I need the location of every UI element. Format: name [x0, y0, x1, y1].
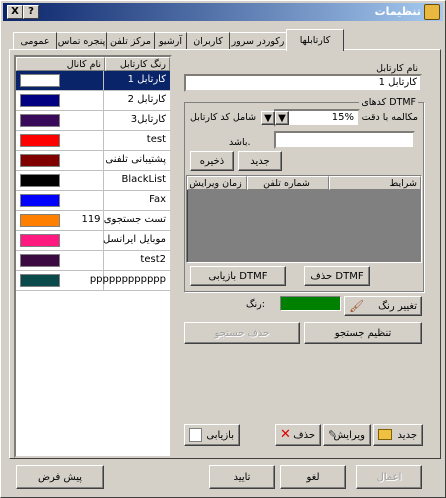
delete-icon: ✕ [280, 427, 291, 442]
delete-dtmf-button[interactable]: حذف DTMF [304, 266, 370, 286]
list-item[interactable]: تست جستجوی 119 [16, 211, 170, 231]
new-button[interactable]: جدید [373, 424, 423, 446]
column-divider [103, 171, 104, 191]
list-item[interactable]: test2 [16, 251, 170, 271]
folder-icon [378, 429, 392, 440]
channel-name: test2 [140, 254, 166, 265]
tab-call-window[interactable]: پنجره تماس [56, 32, 107, 50]
save-dtmf-button[interactable]: ذخیره [190, 151, 234, 171]
edit-icon: ✎ [328, 428, 338, 441]
ok-button[interactable]: تایید [209, 465, 275, 489]
channel-name: کارتابل3 [130, 114, 166, 125]
channel-name: تست جستجوی 119 [81, 214, 166, 225]
color-swatch [20, 114, 60, 127]
channel-name: pppppppppppp [89, 274, 166, 285]
color-swatch [20, 214, 60, 227]
close-button[interactable]: X [7, 5, 23, 19]
edit-button[interactable]: ✎ ویرایش [323, 424, 371, 446]
color-swatch [20, 234, 60, 247]
paint-brush-icon: 🖌 [349, 299, 365, 313]
list-item[interactable]: کارتابل 2 [16, 91, 170, 111]
baashad-label: باشد. [229, 137, 251, 148]
window-title: تنظیمات [374, 5, 421, 18]
list-item[interactable]: موبایل ایرانسل [16, 231, 170, 251]
column-divider [103, 91, 104, 111]
cancel-button[interactable]: لغو [280, 465, 346, 489]
color-swatch [20, 154, 60, 167]
channel-name: کارتابل 2 [127, 94, 166, 105]
channel-name: Fax [149, 194, 166, 205]
column-header-edit-time[interactable]: زمان ویرایش [187, 176, 247, 190]
dtmf-table[interactable]: زمان ویرایش شماره تلفن شرایط [186, 175, 422, 263]
chevron-down-icon[interactable]: ▼ [275, 111, 289, 125]
app-icon [424, 4, 440, 20]
column-divider [103, 111, 104, 131]
color-swatch [20, 94, 60, 107]
list-item[interactable]: کارتابل 1 [16, 71, 170, 91]
color-label: رنگ: [246, 299, 265, 310]
tab-users[interactable]: کاربران [186, 32, 230, 50]
tab-archive[interactable]: آرشیو [154, 32, 187, 50]
settings-window: تنظیمات X ? کارتابلها رکوردر سرور کاربرا… [0, 0, 446, 498]
cartable-name-input[interactable]: کارتابل 1 [184, 74, 422, 92]
tab-recorder-server[interactable]: رکوردر سرور [229, 32, 287, 50]
restore-dtmf-button[interactable]: بازیابی DTMF [190, 266, 286, 286]
color-swatch [20, 174, 60, 187]
list-item[interactable]: پشتیبانی تلفنی [16, 151, 170, 171]
dtmf-code-input[interactable] [274, 131, 415, 149]
change-color-button[interactable]: 🖌 تغییر رنگ [344, 296, 422, 316]
includes-code-label: شامل کد کارتابل [190, 112, 257, 123]
chevron-down-icon[interactable]: ▼ [261, 111, 275, 125]
dtmf-group-label: کدهای DTMF [359, 97, 418, 108]
column-divider [103, 151, 104, 171]
channel-name: موبایل ایرانسل [102, 234, 166, 245]
list-item[interactable]: BlackList [16, 171, 170, 191]
channel-name: پشتیبانی تلفنی [105, 154, 166, 165]
name-label: نام کارتابل [376, 63, 418, 74]
list-item[interactable]: Fax [16, 191, 170, 211]
cartable-list[interactable]: نام کانال رنگ کارتابل کارتابل 1 کارتابل 2… [14, 55, 172, 458]
column-divider [103, 251, 104, 271]
tab-cartables[interactable]: کارتابلها [286, 29, 344, 51]
column-divider [103, 71, 104, 91]
list-item[interactable]: test [16, 131, 170, 151]
channel-name: کارتابل 1 [127, 74, 166, 85]
column-header-color[interactable]: رنگ کارتابل [105, 57, 170, 71]
color-swatch [20, 194, 60, 207]
color-swatch [20, 254, 60, 267]
tab-general[interactable]: عمومی [13, 32, 57, 50]
search-setup-button[interactable]: تنظیم جستجو [304, 322, 422, 344]
column-divider [103, 191, 104, 211]
delete-search-button[interactable]: حذف جستجو [184, 322, 300, 344]
column-header-phone[interactable]: شماره تلفن [247, 176, 329, 190]
restore-button[interactable]: بازیابی [184, 424, 240, 446]
channel-name: BlackList [121, 174, 166, 185]
color-swatch [20, 134, 60, 147]
apply-button[interactable]: اعمال [356, 465, 422, 489]
column-header-name[interactable]: نام کانال [16, 57, 105, 71]
new-dtmf-button[interactable]: جدید [238, 151, 282, 171]
color-swatch [20, 274, 60, 287]
color-swatch [20, 74, 60, 87]
list-item[interactable]: کارتابل3 [16, 111, 170, 131]
column-divider [103, 131, 104, 151]
accuracy-label: مکالمه با دقت [361, 112, 418, 123]
channel-name: test [146, 134, 166, 145]
tab-phone-center[interactable]: مرکز تلفن [106, 32, 155, 50]
color-swatch [280, 296, 341, 311]
title-bar: تنظیمات X ? [3, 3, 443, 21]
restore-icon [189, 428, 202, 442]
list-item[interactable]: pppppppppppp [16, 271, 170, 291]
defaults-button[interactable]: پیش فرض [16, 465, 104, 489]
column-header-conditions[interactable]: شرایط [329, 176, 421, 190]
delete-button[interactable]: ✕ حذف [275, 424, 321, 446]
help-button[interactable]: ? [23, 5, 39, 19]
